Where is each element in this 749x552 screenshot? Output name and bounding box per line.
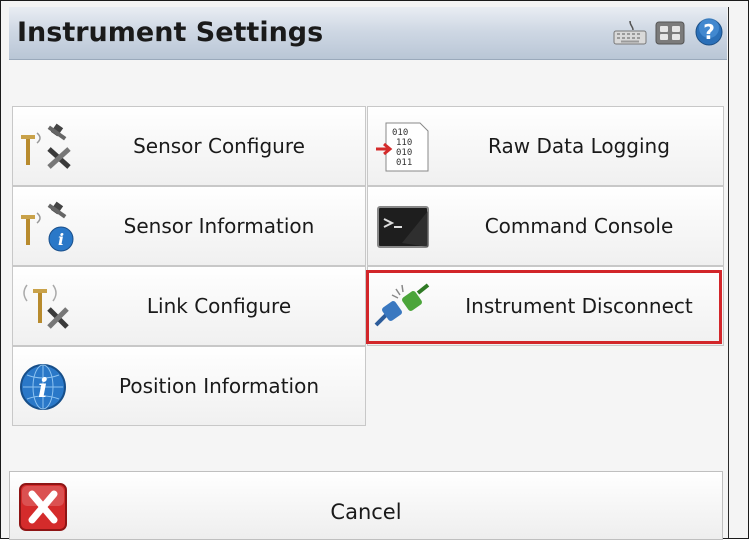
command-console-button[interactable]: Command Console [367, 186, 724, 266]
sensor-configure-icon [21, 123, 71, 169]
help-icon[interactable]: ? [695, 18, 723, 46]
page-title: Instrument Settings [17, 17, 324, 48]
position-information-button[interactable]: i Position Information [12, 346, 366, 426]
button-grid: Sensor Configure 010 110 010 011 Raw Dat… [9, 60, 728, 470]
calculator-icon[interactable] [655, 21, 685, 45]
window-edge [728, 7, 729, 538]
command-console-icon [377, 206, 429, 248]
sensor-configure-label: Sensor Configure [133, 134, 305, 158]
raw-data-logging-label: Raw Data Logging [488, 134, 670, 158]
title-bar: Instrument Settings ? [9, 7, 727, 60]
link-configure-button[interactable]: Link Configure [12, 266, 366, 346]
cancel-label: Cancel [330, 500, 402, 524]
sensor-configure-button[interactable]: Sensor Configure [12, 106, 366, 186]
binary-line-4: 011 [396, 158, 412, 168]
binary-line-3: 010 [396, 148, 412, 158]
keyboard-icon[interactable] [613, 21, 647, 45]
link-configure-icon [23, 284, 69, 329]
svg-text:i: i [58, 230, 64, 249]
selection-highlight [366, 270, 722, 344]
svg-text:i: i [38, 374, 48, 404]
cancel-button[interactable]: Cancel [9, 471, 723, 540]
binary-line-1: 010 [392, 128, 408, 138]
link-configure-label: Link Configure [146, 294, 292, 318]
sensor-information-label: Sensor Information [123, 214, 315, 238]
raw-data-logging-button[interactable]: 010 110 010 011 Raw Data Logging [367, 106, 724, 186]
raw-data-logging-icon: 010 110 010 011 [376, 122, 429, 172]
sensor-information-icon: i [21, 201, 74, 252]
position-information-icon: i [20, 364, 66, 410]
position-information-label: Position Information [119, 374, 319, 398]
svg-text:?: ? [703, 20, 715, 44]
window-frame: Instrument Settings ? Sensor Configure 0… [0, 0, 749, 540]
sensor-information-button[interactable]: i Sensor Information [12, 186, 366, 266]
command-console-label: Command Console [484, 214, 674, 238]
binary-line-2: 110 [396, 138, 412, 148]
